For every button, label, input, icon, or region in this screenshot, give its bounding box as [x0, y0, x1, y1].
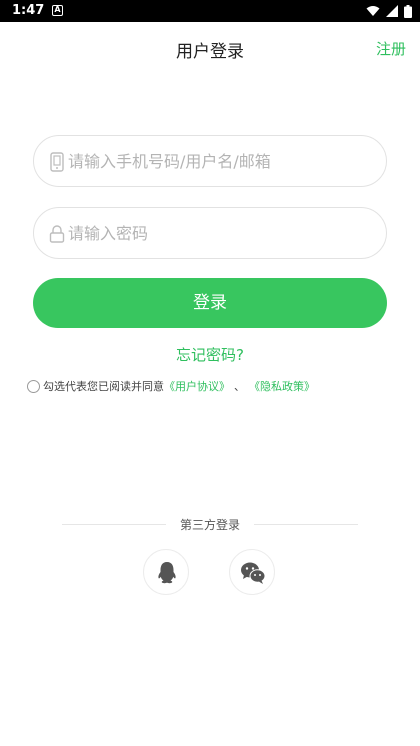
notification-icon: A	[52, 5, 63, 16]
qq-icon	[158, 562, 176, 584]
forgot-password-link[interactable]: 忘记密码?	[0, 344, 420, 365]
status-time: 1:47	[12, 3, 45, 18]
divider-line-right	[254, 524, 358, 525]
account-field[interactable]	[33, 135, 387, 187]
header: 用户登录 注册	[0, 22, 420, 72]
status-bar: 1:47 A	[0, 0, 420, 22]
password-field[interactable]	[33, 207, 387, 259]
status-icons	[366, 4, 412, 18]
wechat-login-button[interactable]	[229, 549, 275, 595]
agreement-separator: 、	[234, 380, 245, 393]
battery-icon	[404, 4, 412, 18]
password-input[interactable]	[68, 208, 378, 258]
login-button[interactable]: 登录	[33, 278, 387, 328]
wifi-icon	[366, 6, 380, 16]
agree-checkbox[interactable]	[27, 379, 40, 393]
account-input[interactable]	[68, 136, 378, 186]
user-agreement-link[interactable]: 《用户协议》	[164, 378, 230, 394]
page-title: 用户登录	[176, 42, 244, 62]
privacy-policy-link[interactable]: 《隐私政策》	[249, 378, 315, 394]
agreement-row: 勾选代表您已阅读并同意 《用户协议》 、 《隐私政策》	[27, 378, 315, 394]
login-screen: 1:47 A 用户登录 注册 请输入手机号码/用户名/邮箱 登录 忘记密码? 勾…	[0, 0, 420, 746]
third-party-divider: 第三方登录	[62, 514, 358, 534]
lock-icon	[49, 225, 65, 243]
register-link[interactable]: 注册	[376, 38, 406, 59]
phone-icon	[50, 152, 64, 172]
qq-login-button[interactable]	[143, 549, 189, 595]
signal-icon	[386, 5, 398, 17]
agreement-text: 勾选代表您已阅读并同意	[43, 380, 164, 393]
wechat-icon	[241, 562, 266, 584]
